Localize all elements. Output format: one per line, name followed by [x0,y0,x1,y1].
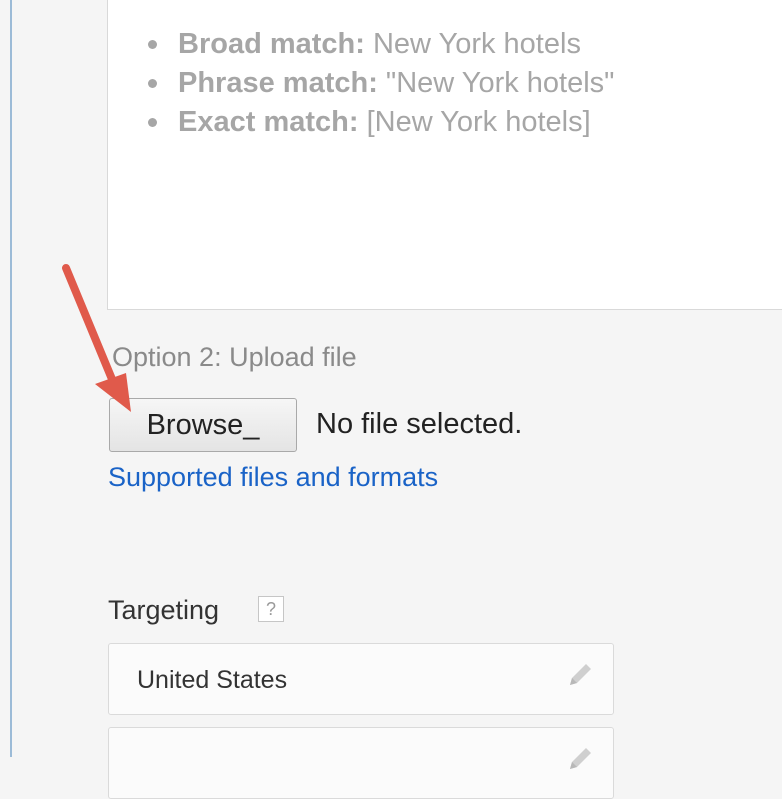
example-value: [New York hotels] [366,106,591,138]
file-status-text: No file selected. [316,408,523,440]
pencil-icon[interactable] [563,742,597,776]
targeting-language-row[interactable] [108,727,614,799]
example-exact-match: Exact match: [New York hotels] [148,103,614,142]
pencil-icon[interactable] [563,658,597,692]
example-value: New York hotels [372,28,581,60]
targeting-location-value: United States [137,666,288,694]
supported-files-link[interactable]: Supported files and formats [108,462,438,493]
targeting-label: Targeting [108,595,220,625]
targeting-location-row[interactable]: United States [108,643,614,715]
example-label: Phrase match: [178,67,378,99]
window-border [10,0,12,757]
example-broad-match: Broad match: New York hotels [148,25,614,64]
keywords-textarea[interactable]: Broad match: New York hotels Phrase matc… [107,0,782,310]
bullet [148,118,157,127]
bullet [148,79,157,88]
match-type-examples: Broad match: New York hotels Phrase matc… [148,25,614,142]
upload-option-label: Option 2: Upload file [112,342,357,372]
example-value: "New York hotels" [385,67,615,99]
help-icon[interactable]: ? [258,596,284,622]
bullet [148,40,157,49]
browse-button[interactable]: Browse_ [109,398,297,452]
example-label: Exact match: [178,106,359,138]
example-phrase-match: Phrase match: "New York hotels" [148,64,614,103]
example-label: Broad match: [178,28,365,60]
